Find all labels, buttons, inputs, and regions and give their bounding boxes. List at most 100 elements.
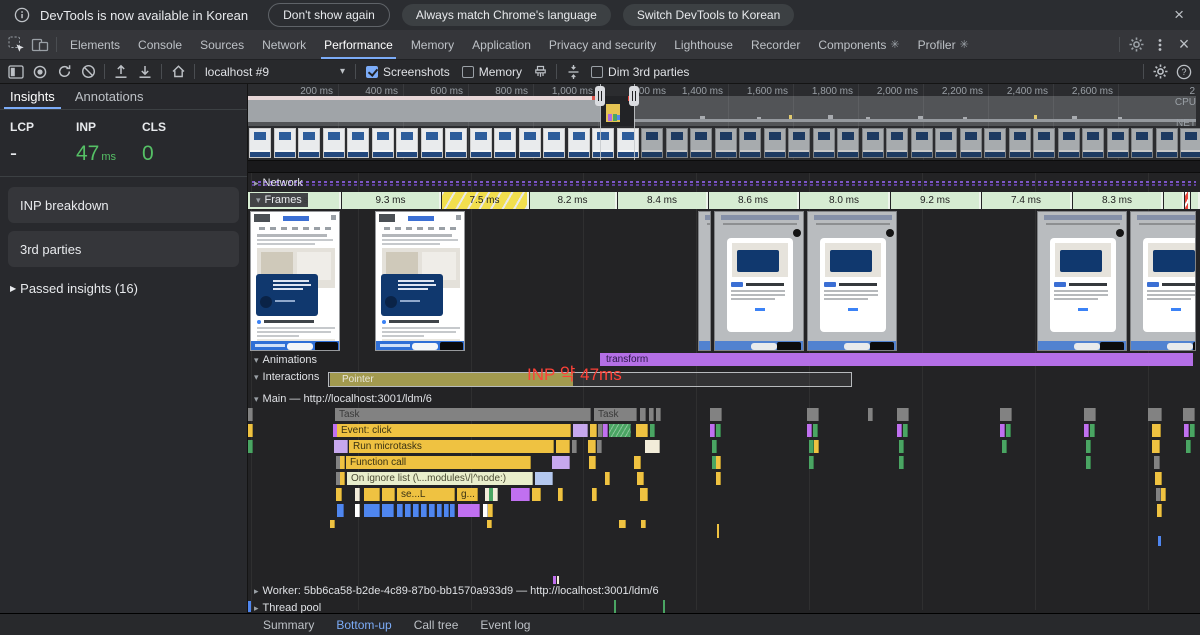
tab-lighthouse[interactable]: Lighthouse (665, 30, 742, 59)
tab-network[interactable]: Network (253, 30, 315, 59)
filmstrip-thumbnail[interactable] (372, 128, 394, 158)
filmstrip-thumbnail[interactable] (641, 128, 663, 158)
animations-track-header[interactable]: ▾Animations (254, 354, 317, 366)
flame-segment[interactable] (487, 520, 492, 528)
filmstrip-thumbnail[interactable] (813, 128, 835, 158)
flame-segment[interactable] (573, 424, 588, 437)
flame-segment[interactable] (641, 520, 646, 528)
collect-garbage-icon[interactable] (528, 61, 552, 83)
filmstrip-thumbnail[interactable] (274, 128, 296, 158)
screenshot-thumbnail[interactable] (375, 211, 465, 351)
flame-segment[interactable] (716, 424, 721, 437)
screenshot-thumbnail[interactable] (698, 211, 711, 351)
flame-segment[interactable] (532, 488, 541, 501)
flame-segment[interactable] (1155, 472, 1162, 485)
flame-segment[interactable] (649, 408, 654, 421)
tab-recorder[interactable]: Recorder (742, 30, 809, 59)
flame-segment[interactable]: Task (594, 408, 637, 421)
filmstrip-thumbnail[interactable] (788, 128, 810, 158)
flame-segment[interactable] (619, 520, 626, 528)
flame-segment[interactable] (364, 504, 380, 517)
flame-segment[interactable] (405, 504, 411, 517)
flame-segment[interactable] (382, 504, 394, 517)
flame-segment[interactable] (364, 488, 380, 501)
filmstrip-thumbnail[interactable] (249, 128, 271, 158)
screenshot-thumbnail[interactable] (714, 211, 804, 351)
flame-segment[interactable] (710, 424, 715, 437)
flame-segment[interactable]: Function call (346, 456, 531, 469)
filmstrip-thumbnail[interactable] (1082, 128, 1104, 158)
flame-segment[interactable] (1152, 440, 1160, 453)
flame-segment[interactable] (1186, 440, 1191, 453)
flame-segment[interactable] (645, 440, 660, 453)
dismiss-infobar-button[interactable]: Don't show again (268, 3, 390, 27)
filmstrip-thumbnail[interactable] (421, 128, 443, 158)
history-select[interactable]: localhost #9 ▾ (199, 65, 351, 79)
flame-segment[interactable] (1084, 408, 1096, 421)
flame-segment[interactable] (355, 488, 360, 501)
flame-segment[interactable] (897, 424, 902, 437)
flame-segment[interactable]: Run microtasks (349, 440, 554, 453)
flame-segment[interactable] (1002, 440, 1007, 453)
flame-segment[interactable] (868, 408, 873, 421)
flame-segment[interactable] (248, 440, 253, 453)
flame-segment[interactable] (597, 440, 602, 453)
filmstrip-thumbnail[interactable] (862, 128, 884, 158)
filmstrip-thumbnail[interactable] (592, 128, 614, 158)
flame-segment[interactable] (413, 504, 419, 517)
flame-segment[interactable] (710, 408, 722, 421)
flame-segment[interactable] (382, 488, 395, 501)
flame-segment[interactable] (1190, 424, 1195, 437)
flame-segment[interactable] (603, 424, 608, 437)
filmstrip-thumbnail[interactable] (617, 128, 639, 158)
filmstrip-thumbnail[interactable] (666, 128, 688, 158)
frame-cell[interactable]: 8.6 ms (709, 192, 799, 209)
flame-segment[interactable] (1000, 424, 1005, 437)
flame-segment[interactable] (637, 472, 644, 485)
flame-segment[interactable] (340, 472, 345, 485)
flame-segment[interactable] (511, 488, 530, 501)
passed-insights-row[interactable]: ▶ Passed insights (16) (0, 275, 247, 302)
filmstrip-thumbnail[interactable] (298, 128, 320, 158)
filmstrip-thumbnail[interactable] (960, 128, 982, 158)
flame-segment[interactable] (334, 440, 348, 453)
device-toolbar-icon[interactable] (28, 34, 52, 56)
flame-segment[interactable] (458, 504, 480, 517)
flame-segment[interactable] (640, 408, 646, 421)
flame-segment[interactable] (444, 504, 449, 517)
main-track-header[interactable]: ▾Main — http://localhost:3001/ldm/6 (254, 393, 432, 405)
filmstrip-thumbnail[interactable] (347, 128, 369, 158)
frame-cell[interactable]: 9.3 ms (342, 192, 441, 209)
flame-segment[interactable] (558, 488, 563, 501)
flame-segment[interactable] (1006, 424, 1011, 437)
flame-segment[interactable] (535, 472, 553, 485)
flame-segment[interactable] (556, 440, 570, 453)
flame-segment[interactable] (588, 440, 596, 453)
frame-cell[interactable]: 8.2 ms (530, 192, 617, 209)
flame-segment[interactable] (355, 504, 360, 517)
more-options-icon[interactable] (1148, 34, 1172, 56)
tab-insights[interactable]: Insights (0, 84, 65, 109)
flame-segment[interactable] (716, 472, 721, 485)
help-icon[interactable]: ? (1172, 61, 1196, 83)
frame-cell[interactable]: 8.4 ms (618, 192, 708, 209)
filmstrip-thumbnail[interactable] (445, 128, 467, 158)
frame-cell[interactable]: 7.5 ms (442, 192, 529, 209)
flame-segment[interactable] (1184, 424, 1189, 437)
flame-segment[interactable] (1086, 456, 1091, 469)
filmstrip-thumbnail[interactable] (519, 128, 541, 158)
dim-3rd-parties-checkbox[interactable]: Dim 3rd parties (591, 65, 689, 79)
frame-cell[interactable] (1185, 192, 1190, 209)
close-devtools-icon[interactable]: × (1172, 34, 1196, 56)
flame-segment[interactable] (248, 424, 253, 437)
tab-memory[interactable]: Memory (402, 30, 463, 59)
capture-settings-icon[interactable] (1148, 61, 1172, 83)
flame-segment[interactable] (650, 424, 655, 437)
filmstrip-thumbnail[interactable] (715, 128, 737, 158)
bottom-tab-event-log[interactable]: Event log (469, 614, 541, 635)
record-and-reload-icon[interactable] (52, 61, 76, 83)
flame-segment[interactable] (1090, 424, 1095, 437)
flame-segment[interactable] (1084, 424, 1089, 437)
flame-segment[interactable] (488, 504, 493, 517)
filmstrip-thumbnail[interactable] (886, 128, 908, 158)
